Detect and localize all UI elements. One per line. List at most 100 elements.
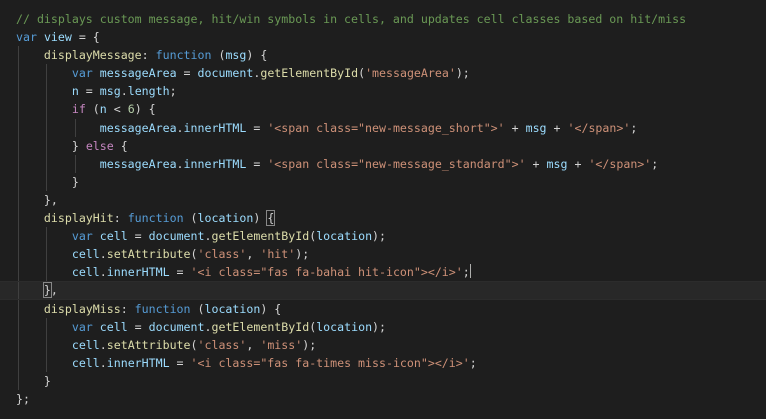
code-line[interactable]: } [0, 172, 766, 191]
indent-guide [46, 118, 47, 137]
code-line[interactable]: var cell = document.getElementById(locat… [0, 317, 766, 336]
code-line[interactable]: cell.setAttribute('class', 'miss'); [0, 335, 766, 354]
punctuation-token: ) { [260, 301, 282, 316]
code-line[interactable]: }, [0, 281, 766, 300]
punctuation-token: = [78, 84, 100, 99]
code-line[interactable]: }; [0, 390, 766, 408]
indent-guide [18, 353, 19, 372]
punctuation-token: < [106, 102, 128, 117]
punctuation-token: ( [211, 48, 226, 63]
identifier-token: messageArea [99, 120, 177, 135]
control-keyword-token: if [71, 102, 86, 117]
code-line[interactable]: cell.setAttribute('class', 'hit'); [0, 245, 766, 264]
punctuation-token: = [176, 66, 198, 81]
punctuation-token: ); [455, 66, 470, 81]
code-line[interactable]: // displays custom message, hit/win symb… [0, 10, 766, 28]
code-line[interactable]: var messageArea = document.getElementByI… [0, 64, 766, 83]
code-line[interactable]: cell.innerHTML = '<i class="fas fa-bahai… [0, 263, 766, 282]
string-token: 'hit' [260, 247, 296, 262]
punctuation-token: , [246, 337, 261, 352]
code-line[interactable]: n = msg.length; [0, 82, 766, 101]
code-line[interactable]: var view = { [0, 28, 766, 46]
punctuation-token: . [120, 84, 128, 99]
punctuation-token: ; [651, 156, 659, 171]
punctuation-token: ; [462, 265, 470, 280]
punctuation-token: ( [190, 337, 198, 352]
punctuation-token: ( [85, 102, 100, 117]
keyword-token: var [71, 66, 93, 81]
punctuation-token: . [99, 247, 107, 262]
punctuation-token: : [141, 48, 156, 63]
punctuation-token: + [504, 120, 526, 135]
code-line[interactable]: cell.innerHTML = '<i class="fas fa-times… [0, 353, 766, 372]
punctuation-token: ( [183, 211, 198, 226]
indent-guide [46, 136, 47, 155]
indent-guide [18, 227, 19, 246]
indent-guide [46, 335, 47, 354]
code-line[interactable]: if (n < 6) { [0, 100, 766, 119]
indent-guide [18, 190, 19, 210]
matched-bracket: { [266, 210, 276, 227]
identifier-token: innerHTML [183, 120, 247, 135]
keyword-token: function [127, 211, 184, 226]
indent-guide [18, 82, 19, 101]
punctuation-token: ); [372, 229, 387, 244]
punctuation-token: . [99, 265, 107, 280]
identifier-token: cell [71, 247, 100, 262]
punctuation-token: + [567, 156, 589, 171]
function-name-token: setAttribute [106, 247, 191, 262]
identifier-token: document [148, 229, 205, 244]
punctuation-token: ; [169, 84, 177, 99]
function-name-token: displayMessage [43, 48, 142, 63]
keyword-token: var [71, 319, 93, 334]
text-cursor [469, 264, 471, 279]
identifier-token: innerHTML [183, 156, 247, 171]
identifier-token: document [197, 66, 254, 81]
code-editor[interactable]: // displays custom message, hit/win symb… [0, 0, 766, 419]
punctuation-token: . [99, 337, 107, 352]
indent-guide [18, 154, 19, 173]
code-line[interactable]: }, [0, 190, 766, 210]
string-token: '</span>' [567, 120, 631, 135]
punctuation-token [93, 66, 100, 80]
code-line[interactable]: messageArea.innerHTML = '<span class="ne… [0, 118, 766, 137]
punctuation-token: ( [358, 66, 366, 81]
identifier-token: cell [99, 229, 128, 244]
function-name-token: setAttribute [106, 337, 191, 352]
punctuation-token: ); [302, 337, 317, 352]
punctuation-token: ) { [134, 102, 156, 117]
indent-guide [18, 136, 19, 155]
code-line[interactable]: messageArea.innerHTML = '<span class="ne… [0, 154, 766, 173]
keyword-token: var [16, 30, 37, 45]
code-line[interactable]: displayMessage: function (msg) { [0, 46, 766, 65]
indent-guide [46, 82, 47, 101]
string-token: '</span>' [588, 156, 652, 171]
punctuation-token: . [99, 355, 107, 370]
punctuation-token: + [546, 120, 568, 135]
indent-guide [46, 100, 47, 119]
function-name-token: displayMiss [43, 301, 121, 316]
code-line[interactable]: displayMiss: function (location) { [0, 299, 766, 318]
code-line[interactable]: } else { [0, 136, 766, 155]
identifier-token: msg [225, 48, 247, 63]
identifier-token: innerHTML [106, 265, 170, 280]
identifier-token: cell [71, 265, 100, 280]
punctuation-token: + [525, 156, 547, 171]
identifier-token: document [148, 319, 205, 334]
punctuation-token: ( [190, 301, 205, 316]
code-line[interactable]: var cell = document.getElementById(locat… [0, 227, 766, 246]
code-line[interactable]: displayHit: function (location) { [0, 209, 766, 228]
identifier-token: location [316, 229, 373, 244]
code-comment: // displays custom message, hit/win symb… [16, 12, 687, 26]
code-line[interactable]: } [0, 371, 766, 390]
